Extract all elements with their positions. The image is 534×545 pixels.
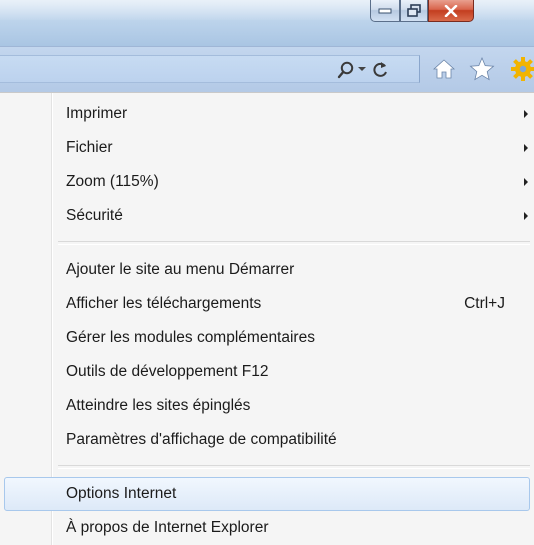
- submenu-arrow-icon: [524, 212, 528, 220]
- menu-item-fichier[interactable]: Fichier: [4, 131, 530, 165]
- menu-item-label: Zoom (115%): [66, 173, 159, 190]
- caption-buttons: [370, 0, 474, 22]
- menu-item-label: Ajouter le site au menu Démarrer: [66, 261, 295, 278]
- menu-separator: [58, 465, 530, 469]
- menu-item-sites-epingles[interactable]: Atteindre les sites épinglés: [4, 389, 530, 423]
- menu-item-ajouter-site-menu-demarrer[interactable]: Ajouter le site au menu Démarrer: [4, 253, 530, 287]
- submenu-arrow-icon: [524, 110, 528, 118]
- restore-icon: [407, 4, 421, 17]
- command-bar: [0, 46, 534, 93]
- menu-item-gerer-modules[interactable]: Gérer les modules complémentaires: [4, 321, 530, 355]
- minimize-icon: [378, 8, 392, 13]
- close-icon: [444, 4, 458, 17]
- search-icon[interactable]: [337, 61, 355, 79]
- menu-item-label: Fichier: [66, 139, 113, 156]
- favorites-star-icon[interactable]: [469, 56, 495, 82]
- tools-menu: Imprimer Fichier Zoom (115%) Sécurité Aj…: [0, 92, 534, 545]
- close-button[interactable]: [428, 0, 474, 22]
- menu-item-label: Gérer les modules complémentaires: [66, 329, 315, 346]
- menu-item-securite[interactable]: Sécurité: [4, 199, 530, 233]
- menu-item-label: Afficher les téléchargements: [66, 295, 262, 312]
- menu-separator: [58, 241, 530, 245]
- home-icon[interactable]: [432, 57, 456, 81]
- menu-item-label: Options Internet: [66, 485, 177, 502]
- submenu-arrow-icon: [524, 144, 528, 152]
- address-bar[interactable]: [0, 55, 420, 83]
- menu-item-label: Outils de développement F12: [66, 363, 269, 380]
- dropdown-arrow-icon[interactable]: [358, 66, 366, 72]
- tools-gear-icon[interactable]: [510, 56, 534, 82]
- title-bar: [0, 0, 534, 46]
- menu-item-affichage-compatibilite[interactable]: Paramètres d'affichage de compatibilité: [4, 423, 530, 457]
- menu-item-imprimer[interactable]: Imprimer: [4, 97, 530, 131]
- menu-item-options-internet[interactable]: Options Internet: [4, 477, 530, 511]
- minimize-button[interactable]: [370, 0, 400, 22]
- refresh-icon[interactable]: [371, 60, 389, 80]
- restore-button[interactable]: [400, 0, 428, 22]
- menu-item-a-propos[interactable]: À propos de Internet Explorer: [4, 511, 530, 545]
- submenu-arrow-icon: [524, 178, 528, 186]
- menu-item-label: Imprimer: [66, 105, 128, 122]
- ie-window: Imprimer Fichier Zoom (115%) Sécurité Aj…: [0, 0, 534, 545]
- menu-item-outils-developpement[interactable]: Outils de développement F12: [4, 355, 530, 389]
- menu-item-label: À propos de Internet Explorer: [66, 519, 269, 536]
- menu-item-label: Paramètres d'affichage de compatibilité: [66, 431, 337, 448]
- menu-item-shortcut: Ctrl+J: [464, 295, 505, 312]
- menu-item-zoom[interactable]: Zoom (115%): [4, 165, 530, 199]
- menu-item-label: Sécurité: [66, 207, 123, 224]
- menu-item-label: Atteindre les sites épinglés: [66, 397, 251, 414]
- menu-item-afficher-telechargements[interactable]: Afficher les téléchargements Ctrl+J: [4, 287, 530, 321]
